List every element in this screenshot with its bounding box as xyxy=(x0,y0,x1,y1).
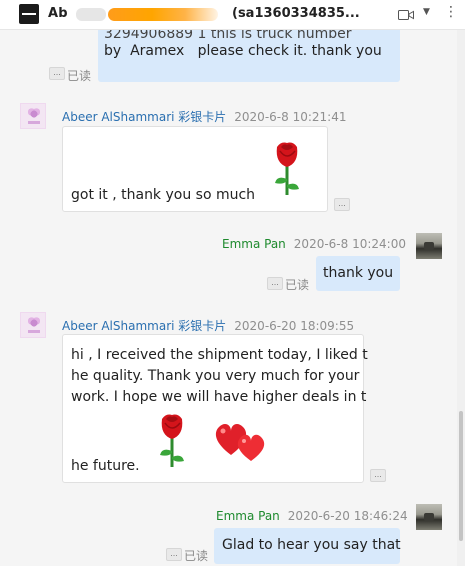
message-timestamp: 2020-6-20 18:46:24 xyxy=(287,509,408,523)
avatar[interactable] xyxy=(416,504,442,530)
chat-header: Ab (sa1360334835... ▼ ⋮ xyxy=(0,0,465,30)
more-button[interactable]: ... xyxy=(49,67,65,80)
sender-name: Emma Pan 2020-6-20 18:46:24 xyxy=(216,509,408,523)
read-status: 已读 xyxy=(184,549,209,563)
message-text-line: he quality. Thank you very much for your xyxy=(71,368,360,384)
redaction-mark xyxy=(108,8,218,21)
chat-title-prefix: Ab xyxy=(48,6,68,21)
sender-name-text: Abeer AlShammari 彩银卡片 xyxy=(62,319,227,333)
sender-name-text: Emma Pan xyxy=(216,509,280,523)
more-button[interactable]: ... xyxy=(334,198,350,211)
message-bubble-incoming[interactable]: got it , thank you so much xyxy=(62,126,328,212)
redaction-mark xyxy=(76,8,106,21)
more-icon[interactable]: ⋮ xyxy=(444,4,458,20)
message-timestamp: 2020-6-8 10:24:00 xyxy=(293,237,406,251)
message-bubble-incoming[interactable]: hi , I received the shipment today, I li… xyxy=(62,334,368,483)
message-text: Glad to hear you say that xyxy=(222,537,401,553)
sender-name: Abeer AlShammari 彩银卡片 2020-6-20 18:09:55 xyxy=(62,317,354,334)
sender-name-text: Abeer AlShammari 彩银卡片 xyxy=(62,110,227,124)
message-text-line: hi , I received the shipment today, I li… xyxy=(71,347,368,363)
rose-emoji xyxy=(275,142,299,195)
more-button[interactable]: ... xyxy=(166,548,182,561)
chat-title: (sa1360334835... xyxy=(232,6,360,21)
avatar[interactable] xyxy=(20,312,46,338)
more-button[interactable]: ... xyxy=(370,469,386,482)
more-button[interactable]: ... xyxy=(267,277,283,290)
rose-emoji xyxy=(160,414,184,467)
video-call-icon[interactable] xyxy=(398,8,414,22)
message-timestamp: 2020-6-20 18:09:55 xyxy=(234,319,355,333)
scrollbar-thumb[interactable] xyxy=(459,411,463,541)
message-text-line: he future. xyxy=(71,458,140,474)
avatar[interactable] xyxy=(20,103,46,129)
message-bubble-outgoing[interactable]: Glad to hear you say that xyxy=(214,528,401,564)
hearts-emoji xyxy=(215,424,265,461)
sender-name: Emma Pan 2020-6-8 10:24:00 xyxy=(222,237,406,251)
avatar[interactable] xyxy=(416,233,442,259)
message-text: by Aramex please check it. thank you xyxy=(104,43,382,59)
message-text: thank you xyxy=(323,265,394,281)
message-text-line: work. I hope we will have higher deals i… xyxy=(71,389,367,405)
sender-name-text: Emma Pan xyxy=(222,237,286,251)
message-text: got it , thank you so much xyxy=(71,187,256,203)
chevron-down-icon[interactable]: ▼ xyxy=(423,7,430,17)
read-status: 已读 xyxy=(67,69,92,83)
read-status: 已读 xyxy=(285,278,310,292)
chat-avatar[interactable] xyxy=(19,4,39,24)
message-bubble-outgoing[interactable]: thank you xyxy=(316,256,400,291)
message-timestamp: 2020-6-8 10:21:41 xyxy=(234,110,347,124)
sender-name: Abeer AlShammari 彩银卡片 2020-6-8 10:21:41 xyxy=(62,108,346,125)
